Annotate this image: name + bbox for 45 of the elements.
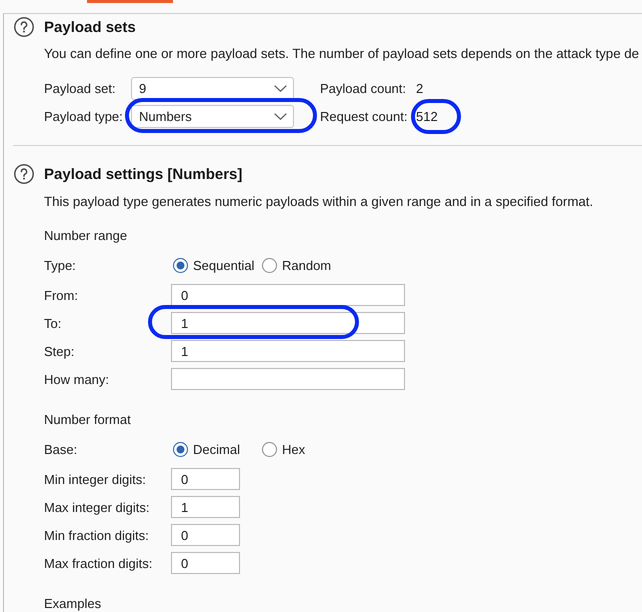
field-label: Type:	[44, 258, 77, 272]
section-description: This payload type generates numeric payloads within a given range and in a specified format.	[44, 194, 594, 210]
count-label: Payload count:	[320, 81, 408, 96]
section-title: Payload sets	[44, 18, 136, 36]
help-icon[interactable]	[14, 17, 34, 37]
radio-button[interactable]	[173, 442, 188, 456]
radio-label[interactable]: Hex	[282, 442, 306, 456]
field-label: Min integer digits:	[44, 472, 147, 486]
dropdown[interactable]: Numbers	[131, 105, 294, 128]
radio-button[interactable]	[262, 258, 277, 272]
field-label: Step:	[44, 344, 76, 358]
field-label: To:	[44, 316, 62, 330]
group-heading: Examples	[44, 596, 102, 612]
field-label: From:	[44, 288, 79, 302]
field-label: Max integer digits:	[44, 500, 150, 514]
dropdown[interactable]: 9	[131, 77, 294, 100]
count-value: 2	[416, 81, 424, 96]
input-field[interactable]: 0	[171, 468, 240, 490]
input-field[interactable]: 1	[171, 340, 405, 362]
input-field[interactable]: 0	[171, 284, 405, 306]
group-heading: Number range	[44, 228, 128, 244]
field-label: Base:	[44, 442, 78, 456]
input-field[interactable]: 1	[171, 496, 240, 518]
section-title: Payload settings [Numbers]	[44, 166, 242, 182]
chevron-down-icon	[274, 85, 287, 92]
count-value: 512	[416, 109, 438, 124]
input-field[interactable]: 1	[171, 312, 405, 334]
radio-button[interactable]	[262, 442, 277, 456]
radio-button[interactable]	[173, 258, 188, 272]
section-description: You can define one or more payload sets. The number of payload sets depends on the attack type de	[44, 46, 640, 62]
count-label: Request count:	[320, 109, 408, 124]
input-field[interactable]: 0	[171, 552, 240, 574]
field-label: Payload set:	[44, 81, 117, 96]
field-label: How many:	[44, 372, 110, 386]
radio-label[interactable]: Sequential	[193, 258, 254, 272]
group-heading: Number format	[44, 412, 132, 428]
help-icon[interactable]	[14, 164, 34, 184]
input-field[interactable]	[171, 368, 405, 390]
input-field[interactable]: 0	[171, 524, 240, 546]
radio-label[interactable]: Decimal	[193, 442, 240, 456]
radio-label[interactable]: Random	[282, 258, 332, 272]
field-label: Min fraction digits:	[44, 528, 150, 542]
field-label: Payload type:	[44, 109, 124, 124]
field-label: Max fraction digits:	[44, 556, 154, 570]
chevron-down-icon	[274, 113, 287, 120]
